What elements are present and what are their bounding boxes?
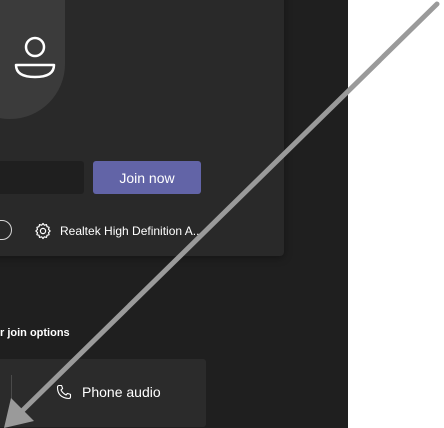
audio-device-label: Realtek High Definition A... (60, 224, 203, 238)
person-icon (14, 36, 56, 79)
screenshot: Join now Realtek High Definition A... r … (0, 0, 444, 428)
phone-audio-label: Phone audio (82, 384, 161, 400)
blank-area (348, 0, 444, 428)
gear-icon (35, 222, 51, 240)
name-input[interactable] (0, 161, 84, 194)
divider (11, 375, 12, 415)
avatar (0, 0, 65, 119)
phone-icon (56, 384, 72, 400)
join-now-button[interactable]: Join now (93, 161, 201, 194)
other-join-options-heading: r join options (0, 327, 70, 339)
device-settings-button[interactable]: Realtek High Definition A... (34, 220, 203, 242)
teams-prejoin-screen: Join now Realtek High Definition A... r … (0, 0, 348, 428)
join-options-panel: Phone audio (0, 359, 206, 427)
phone-audio-button[interactable]: Phone audio (56, 384, 161, 400)
prejoin-card (0, 0, 284, 256)
